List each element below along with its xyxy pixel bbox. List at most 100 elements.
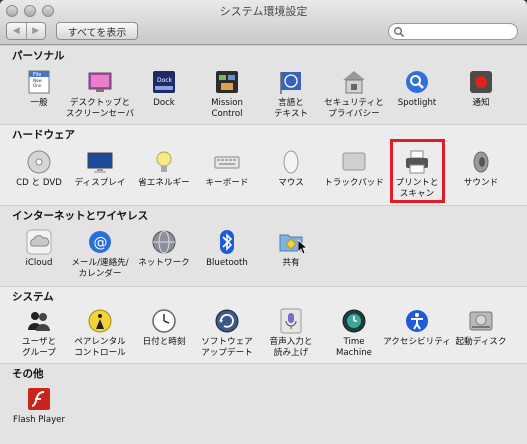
window-title: システム環境設定 [219, 5, 308, 18]
pref-label: アクセシビリティ [383, 337, 451, 347]
pref-label: Mission Control [211, 98, 243, 119]
display-icon [87, 149, 113, 175]
search-input[interactable] [407, 25, 507, 38]
startup-disk-icon [468, 308, 494, 334]
speaker-icon [468, 149, 494, 175]
disc-icon [26, 149, 52, 175]
pref-desktop-screensaver[interactable]: デスクトップと スクリーンセーバ [64, 69, 136, 120]
notifications-icon [468, 69, 494, 95]
parental-controls-icon [87, 308, 113, 334]
search-icon [394, 27, 405, 38]
pref-label: 通知 [472, 98, 490, 108]
show-all-button[interactable]: すべてを表示 [56, 22, 138, 40]
pref-security-privacy[interactable]: セキュリティと プライバシー [318, 69, 390, 120]
pref-label: メール/連絡先/ カレンダー [71, 258, 129, 279]
pref-mission-control[interactable]: Mission Control [191, 69, 263, 120]
section-title-other: その他 [12, 368, 44, 380]
pref-label: 言語と テキスト [273, 98, 309, 119]
section-internet-wireless: インターネットとワイヤレス iCloud @ メール/連絡先/ カレンダー ネッ… [0, 205, 527, 286]
pref-accessibility[interactable]: アクセシビリティ [381, 308, 453, 348]
pref-date-time[interactable]: 日付と時刻 [128, 308, 200, 348]
desktop-icon [87, 69, 113, 95]
pref-label: マウス [278, 178, 304, 188]
software-update-icon [214, 308, 240, 334]
pref-notifications[interactable]: 通知 [445, 69, 517, 109]
print-scan-highlight [390, 139, 445, 203]
pref-label: Dock [153, 98, 175, 108]
forward-button[interactable]: ▶ [25, 23, 46, 39]
section-title-internet: インターネットとワイヤレス [12, 210, 149, 222]
pref-label: ネットワーク [138, 258, 190, 268]
globe-icon [151, 229, 177, 255]
pref-flash-player[interactable]: Flash Player [3, 386, 75, 426]
pref-dictation-speech[interactable]: 音声入力と 読み上げ [255, 308, 327, 359]
pref-mail-contacts-calendars[interactable]: @ メール/連絡先/ カレンダー [64, 229, 136, 280]
pref-label: 省エネルギー [138, 178, 190, 188]
pref-sound[interactable]: サウンド [445, 149, 517, 189]
section-title-personal: パーソナル [12, 50, 65, 62]
pref-label: デスクトップと スクリーンセーバ [65, 98, 135, 119]
pref-label: ソフトウェア アップデート [201, 337, 253, 358]
lightbulb-icon [151, 149, 177, 175]
pref-network[interactable]: ネットワーク [128, 229, 200, 269]
users-icon [26, 308, 52, 334]
flag-icon [278, 69, 304, 95]
pref-time-machine[interactable]: Time Machine [318, 308, 390, 359]
pref-label: 起動ディスク [455, 337, 507, 347]
system-preferences-window: システム環境設定 ◀ ▶ すべてを表示 パーソナル File New One 一般 … [0, 0, 527, 444]
trackpad-icon [341, 149, 367, 175]
icloud-icon [26, 229, 52, 255]
pref-label: キーボード [205, 178, 249, 188]
section-system: システム ユーザと グループ ペアレンタル コントロール 日付と時刻 ソフトウェ… [0, 286, 527, 363]
clock-icon [151, 308, 177, 334]
section-personal: パーソナル File New One 一般 デスクトップと スクリーンセーバ Doc… [0, 45, 527, 124]
pref-bluetooth[interactable]: Bluetooth [191, 229, 263, 269]
keyboard-icon [214, 149, 240, 175]
spotlight-icon [404, 69, 430, 95]
svg-text:@: @ [94, 235, 108, 251]
mouse-icon [278, 149, 304, 175]
pref-software-update[interactable]: ソフトウェア アップデート [191, 308, 263, 359]
search-field[interactable] [388, 23, 518, 40]
pref-label: ディスプレイ [74, 178, 126, 188]
pref-label: Time Machine [336, 337, 372, 358]
section-title-hardware: ハードウェア [12, 129, 75, 141]
time-machine-icon [341, 308, 367, 334]
pref-trackpad[interactable]: トラックパッド [318, 149, 390, 189]
pref-label: Bluetooth [206, 258, 248, 268]
pref-label: 日付と時刻 [142, 337, 186, 347]
pref-label: 音声入力と 読み上げ [269, 337, 313, 358]
dock-icon: Dock [151, 69, 177, 95]
section-other: その他 Flash Player [0, 363, 527, 444]
pref-spotlight[interactable]: Spotlight [381, 69, 453, 109]
mouse-cursor-icon [298, 240, 308, 254]
pref-label: ペアレンタル コントロール [74, 337, 126, 358]
pref-label: トラックパッド [324, 178, 384, 188]
pref-label: 共有 [282, 258, 300, 268]
pref-label: セキュリティと プライバシー [324, 98, 384, 119]
pref-label: Spotlight [397, 98, 437, 108]
pref-sharing[interactable]: 共有 [255, 229, 327, 269]
pref-dock[interactable]: Dock Dock [128, 69, 200, 109]
pref-label: サウンド [463, 178, 499, 188]
back-button[interactable]: ◀ [7, 23, 26, 39]
section-hardware: ハードウェア CD と DVD ディスプレイ 省エネルギー キーボード マウス … [0, 124, 527, 205]
at-sign-icon: @ [87, 229, 113, 255]
pref-energy-saver[interactable]: 省エネルギー [128, 149, 200, 189]
pref-displays[interactable]: ディスプレイ [64, 149, 136, 189]
pref-parental-controls[interactable]: ペアレンタル コントロール [64, 308, 136, 359]
bluetooth-icon [214, 229, 240, 255]
back-forward-control: ◀ ▶ [6, 22, 46, 40]
pref-language-text[interactable]: 言語と テキスト [255, 69, 327, 120]
accessibility-icon [404, 308, 430, 334]
title-bar: システム環境設定 ◀ ▶ すべてを表示 [0, 0, 527, 45]
pref-mouse[interactable]: マウス [255, 149, 327, 189]
section-title-system: システム [12, 291, 54, 303]
pref-keyboard[interactable]: キーボード [191, 149, 263, 189]
microphone-icon [278, 308, 304, 334]
svg-text:One: One [33, 83, 42, 88]
pref-startup-disk[interactable]: 起動ディスク [445, 308, 517, 348]
mission-control-icon [214, 69, 240, 95]
pref-label: Flash Player [13, 415, 65, 425]
svg-text:Dock: Dock [157, 77, 173, 84]
